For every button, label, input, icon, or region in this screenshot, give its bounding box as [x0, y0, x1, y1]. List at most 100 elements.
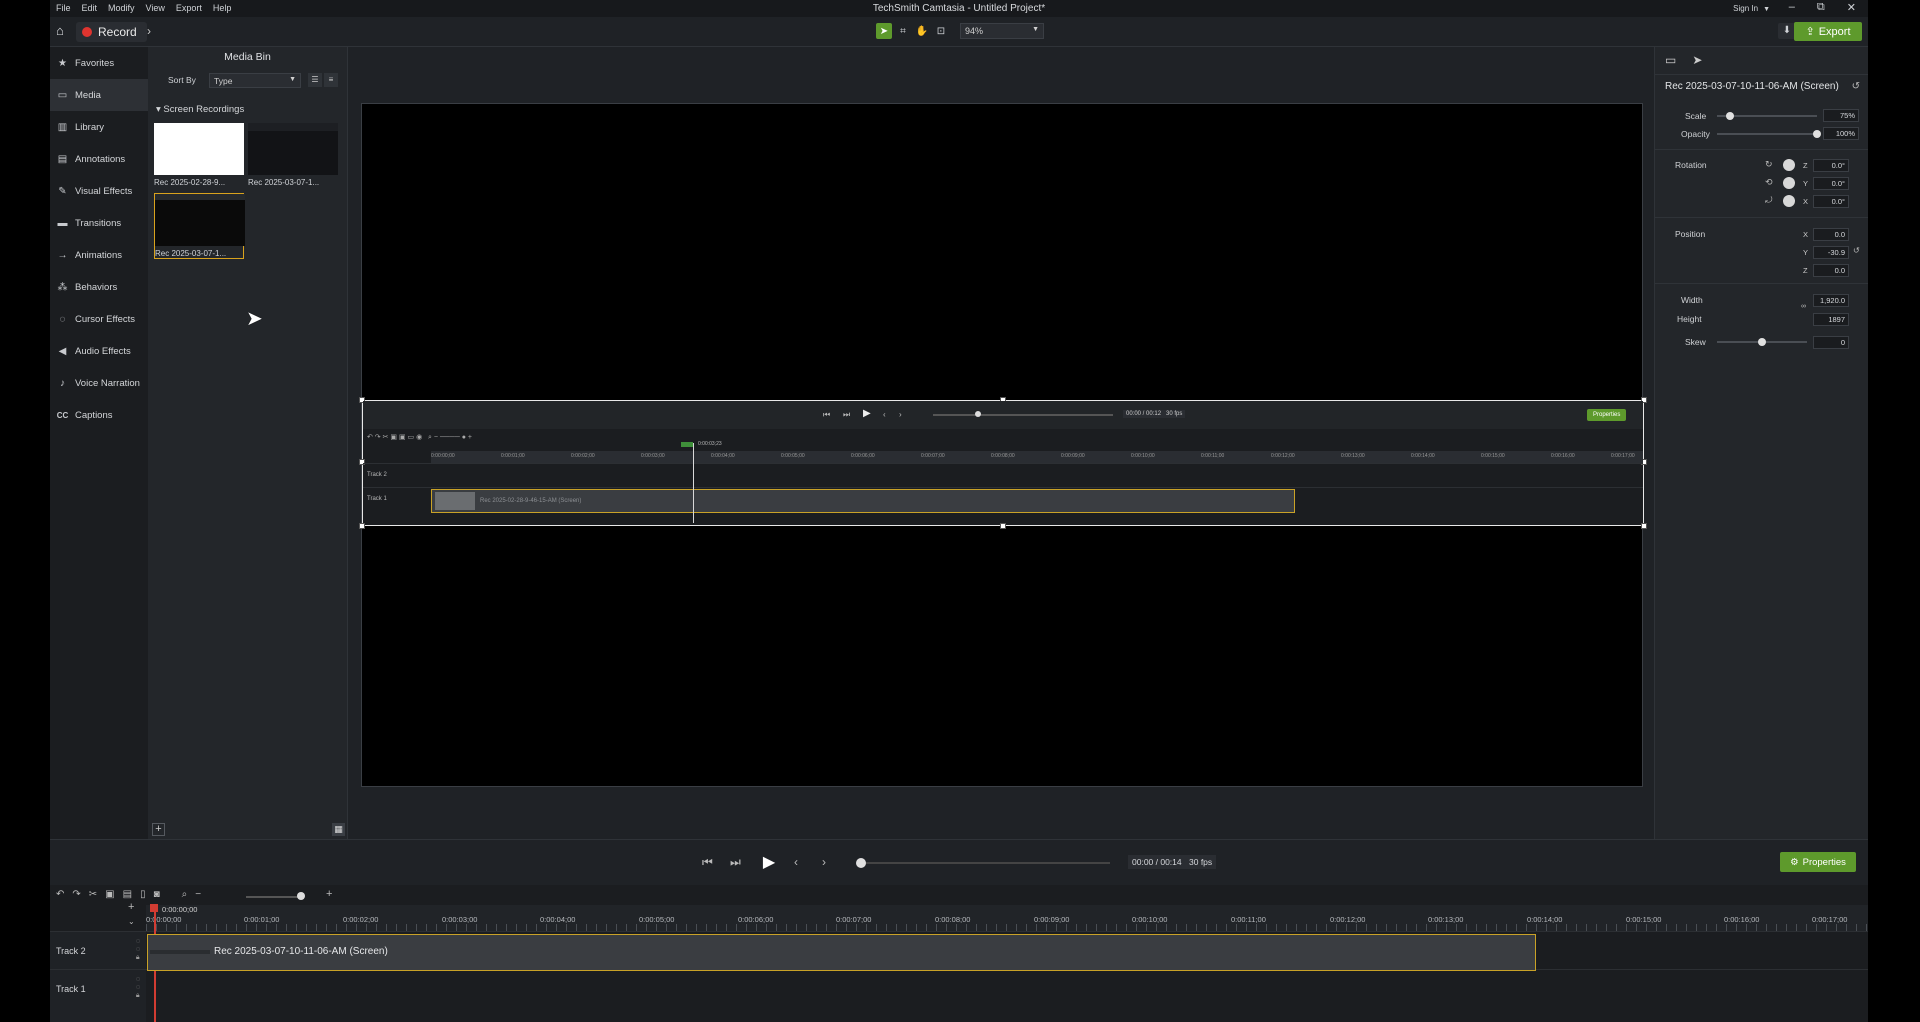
pan-hand-icon[interactable]: ✋: [914, 23, 930, 39]
sidebar-item-transitions[interactable]: ▬ Transitions: [50, 207, 148, 239]
search-icon[interactable]: ⌕: [182, 889, 188, 900]
resize-handle[interactable]: [1000, 523, 1006, 529]
menu-edit[interactable]: Edit: [82, 3, 98, 13]
cut-icon[interactable]: ✂: [89, 889, 97, 900]
recorded-screen-element[interactable]: ⏮ ⏭ ▶ ‹ › 00:00 / 00:12 30 fps Propertie…: [359, 397, 1647, 529]
home-icon[interactable]: ⌂: [56, 24, 70, 38]
media-item-selected[interactable]: Rec 2025-03-07-1...: [154, 193, 245, 259]
width-field[interactable]: 1,920.0: [1813, 294, 1849, 307]
zoom-out-icon[interactable]: −: [195, 889, 201, 900]
sidebar-item-behaviors[interactable]: ⁂ Behaviors: [50, 271, 148, 303]
rotation-y-field[interactable]: 0.0°: [1813, 177, 1849, 190]
arrow-select-icon[interactable]: ➤: [876, 23, 892, 39]
properties-button[interactable]: ⚙ Properties: [1780, 852, 1856, 872]
list-view-icon[interactable]: ☰: [308, 73, 322, 87]
record-button[interactable]: Record: [76, 22, 147, 42]
sidebar-item-captions[interactable]: CC Captions: [50, 399, 148, 431]
rotation-z-dial[interactable]: [1783, 159, 1795, 171]
add-track-icon[interactable]: +: [128, 901, 134, 913]
zoom-in-icon[interactable]: +: [326, 888, 332, 900]
star-icon: ★: [58, 57, 67, 69]
sidebar-item-favorites[interactable]: ★ Favorites: [50, 47, 148, 79]
menu-modify[interactable]: Modify: [108, 3, 135, 13]
previous-clip-icon[interactable]: ‹: [794, 855, 798, 869]
timeline-clip[interactable]: Rec 2025-03-07-10-11-06-AM (Screen): [147, 934, 1536, 971]
nested-track-label: Track 2: [367, 472, 387, 478]
resize-handle[interactable]: [359, 523, 365, 529]
close-button[interactable]: ✕: [1847, 1, 1856, 14]
sort-by-select[interactable]: Type ▼: [209, 73, 301, 88]
menu-view[interactable]: View: [146, 3, 165, 13]
rotation-x-dial[interactable]: [1783, 195, 1795, 207]
playback-scrubber-knob[interactable]: [856, 858, 866, 868]
rotation-y-dial[interactable]: [1783, 177, 1795, 189]
scale-field[interactable]: 75%: [1823, 109, 1859, 122]
sidebar-item-voice-narration[interactable]: ♪ Voice Narration: [50, 367, 148, 399]
menu-help[interactable]: Help: [213, 3, 232, 13]
reset-icon[interactable]: ↺: [1853, 246, 1860, 255]
export-button[interactable]: ⇪ Export: [1794, 22, 1862, 41]
crop-icon[interactable]: ⊡: [933, 23, 949, 39]
track-lane-1[interactable]: [146, 969, 1868, 1022]
position-z-field[interactable]: 0.0: [1813, 264, 1849, 277]
sidebar-item-audio-effects[interactable]: ◀ Audio Effects: [50, 335, 148, 367]
visual-properties-tab-icon[interactable]: ▭: [1665, 53, 1676, 68]
redo-icon[interactable]: ↷: [72, 889, 80, 900]
opacity-field[interactable]: 100%: [1823, 127, 1859, 140]
skew-field[interactable]: 0: [1813, 336, 1849, 349]
playback-scrubber[interactable]: [860, 862, 1110, 864]
play-button[interactable]: ▶: [758, 852, 780, 874]
position-x-field[interactable]: 0.0: [1813, 228, 1849, 241]
media-item[interactable]: Rec 2025-02-28-9...: [154, 123, 244, 189]
next-clip-icon[interactable]: ›: [822, 855, 826, 869]
undo-icon[interactable]: ↶: [56, 889, 64, 900]
copy-icon[interactable]: ▣: [105, 889, 114, 900]
rotation-z-field[interactable]: 0.0°: [1813, 159, 1849, 172]
timeline-zoom-slider[interactable]: [246, 896, 302, 898]
preview-canvas[interactable]: ⏮ ⏭ ▶ ‹ › 00:00 / 00:12 30 fps Propertie…: [359, 103, 1647, 787]
timeline-zoom-knob[interactable]: [297, 892, 305, 900]
track-header-1[interactable]: Track 1 ◌ ◌ 🔒︎: [50, 969, 146, 1022]
zoom-select[interactable]: 94% ▼: [960, 23, 1044, 39]
lock-icon[interactable]: ◌ ◌ 🔒︎: [136, 976, 140, 1000]
playback-fps[interactable]: 30 fps: [1185, 855, 1217, 869]
menu-export[interactable]: Export: [176, 3, 202, 13]
scale-slider-knob[interactable]: [1726, 112, 1734, 120]
sidebar-item-library[interactable]: ▥ Library: [50, 111, 148, 143]
add-media-icon[interactable]: +: [152, 823, 165, 836]
sidebar-item-annotations[interactable]: ▤ Annotations: [50, 143, 148, 175]
chevron-down-icon[interactable]: ⌄: [128, 917, 135, 926]
section-screen-recordings[interactable]: ▾ Screen Recordings: [156, 104, 244, 115]
chevron-right-icon[interactable]: ›: [147, 24, 151, 38]
sidebar-item-animations[interactable]: → Animations: [50, 239, 148, 271]
step-back-icon[interactable]: ⏮: [702, 855, 713, 870]
sidebar-item-cursor-effects[interactable]: ◌ Cursor Effects: [50, 303, 148, 335]
skew-slider-knob[interactable]: [1758, 338, 1766, 346]
restore-button[interactable]: ⧉: [1817, 1, 1825, 14]
resize-handle[interactable]: [1641, 523, 1647, 529]
timeline-ruler[interactable]: 0:00:00;00 0:00:01;00 0:00:02;00 0:00:03…: [146, 905, 1868, 931]
cursor-properties-tab-icon[interactable]: ➤: [1692, 53, 1702, 68]
sidebar-item-media[interactable]: ▭ Media: [50, 79, 148, 111]
height-field[interactable]: 1897: [1813, 313, 1849, 326]
media-item[interactable]: Rec 2025-03-07-1...: [248, 123, 338, 189]
track-header-2[interactable]: Track 2 ◌ ◌ 🔒︎: [50, 931, 146, 969]
opacity-slider-knob[interactable]: [1813, 130, 1821, 138]
menu-file[interactable]: File: [56, 3, 71, 13]
opacity-slider[interactable]: [1717, 133, 1817, 135]
link-icon[interactable]: ∞: [1801, 303, 1806, 310]
snapshot-icon[interactable]: ◙: [154, 889, 160, 900]
minimize-button[interactable]: –: [1789, 1, 1795, 14]
paste-icon[interactable]: ▤: [123, 889, 132, 900]
sort-order-icon[interactable]: ≡: [324, 73, 338, 87]
sidebar-item-visual-effects[interactable]: ✎ Visual Effects: [50, 175, 148, 207]
split-icon[interactable]: ▯: [140, 889, 146, 900]
step-forward-icon[interactable]: ⏭: [730, 855, 741, 870]
edit-handles-icon[interactable]: ⌗: [895, 23, 911, 39]
sign-in-button[interactable]: Sign In ▼: [1733, 4, 1770, 13]
grid-view-icon[interactable]: ▦: [332, 823, 345, 836]
reset-icon[interactable]: ↺: [1852, 81, 1860, 92]
lock-icon[interactable]: ◌ ◌ 🔒︎: [136, 938, 140, 962]
rotation-x-field[interactable]: 0.0°: [1813, 195, 1849, 208]
position-y-field[interactable]: -30.9: [1813, 246, 1849, 259]
